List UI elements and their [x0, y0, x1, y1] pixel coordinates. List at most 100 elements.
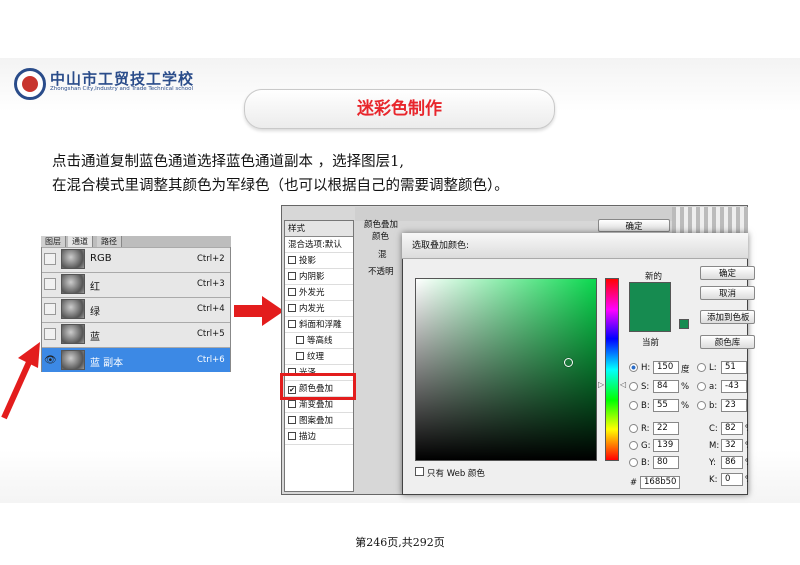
lab-b-input[interactable]: 23 — [721, 399, 747, 412]
page-number: 第246页,共292页 — [355, 536, 445, 549]
channel-shortcut: Ctrl+3 — [197, 279, 225, 289]
current-color-label: 当前 — [642, 338, 660, 348]
web-safe-swatch-icon[interactable] — [679, 319, 689, 329]
eye-icon[interactable]: 👁 — [44, 355, 57, 366]
black-unit: % — [745, 475, 748, 485]
description-line-2: 在混合模式里调整其颜色为军绿色（也可以根据自己的需要调整颜色）。 — [52, 178, 509, 194]
school-name-en: Zhongshan City,Industry and Trade Techni… — [50, 86, 193, 92]
brightness-input[interactable]: 55 — [653, 399, 679, 412]
style-item-inner-shadow[interactable]: 内阴影 — [285, 269, 353, 285]
channel-name: 蓝 副本 — [90, 358, 124, 369]
color-libraries-button[interactable]: 颜色库 — [700, 335, 755, 349]
green-label: G: — [641, 441, 651, 451]
style-item-blending[interactable]: 混合选项:默认 — [285, 237, 353, 253]
school-logo-emblem — [22, 76, 38, 92]
lab-l-input[interactable]: 51 — [721, 361, 747, 374]
hex-input[interactable]: 168b50 — [640, 476, 680, 489]
saturation-unit: % — [681, 382, 690, 392]
style-item-pattern-overlay[interactable]: 图案叠加 — [285, 413, 353, 429]
channel-shortcut: Ctrl+5 — [197, 329, 225, 339]
arrow-right-icon — [234, 296, 284, 326]
add-to-swatches-button[interactable]: 添加到色板 — [700, 310, 755, 324]
cyan-unit: % — [745, 424, 748, 434]
hue-input[interactable]: 150 — [653, 361, 679, 374]
color-picker-title: 选取叠加颜色: — [402, 233, 748, 259]
channel-name: 红 — [90, 282, 100, 293]
color-field[interactable] — [415, 278, 597, 461]
red-input[interactable]: 22 — [653, 422, 679, 435]
lab-a-radio[interactable] — [697, 382, 706, 391]
visibility-toggle[interactable] — [44, 253, 56, 265]
channel-shortcut: Ctrl+4 — [197, 304, 225, 314]
channel-name: 绿 — [90, 307, 100, 318]
web-colors-checkbox[interactable] — [415, 467, 424, 476]
tab-channels[interactable]: 通道 — [68, 236, 93, 247]
black-input[interactable]: 0 — [721, 473, 743, 486]
color-selector-ring[interactable] — [564, 358, 573, 367]
cancel-button[interactable]: 取消 — [700, 286, 755, 300]
description-line-1: 点击通道复制蓝色通道选择蓝色通道副本 ，选择图层1, — [52, 154, 404, 170]
cyan-label: C: — [709, 424, 718, 434]
hue-slider[interactable] — [605, 278, 619, 461]
brightness-radio[interactable] — [629, 401, 638, 410]
black-label: K: — [709, 475, 718, 485]
highlight-box — [280, 373, 356, 400]
red-label: R: — [641, 424, 650, 434]
hue-label: H: — [641, 363, 651, 373]
style-item-stroke[interactable]: 描边 — [285, 429, 353, 445]
channel-thumbnail — [61, 350, 85, 370]
lab-l-radio[interactable] — [697, 363, 706, 372]
visibility-toggle[interactable] — [44, 278, 56, 290]
style-item-inner-glow[interactable]: 内发光 — [285, 301, 353, 317]
lab-a-label: a: — [709, 382, 718, 392]
style-item-outer-glow[interactable]: 外发光 — [285, 285, 353, 301]
saturation-label: S: — [641, 382, 650, 392]
saturation-input[interactable]: 84 — [653, 380, 679, 393]
hue-slider-left-handle[interactable]: ▷ — [598, 380, 604, 389]
visibility-toggle[interactable] — [44, 328, 56, 340]
brightness-unit: % — [681, 401, 690, 411]
saturation-radio[interactable] — [629, 382, 638, 391]
brightness-label: B: — [641, 401, 650, 411]
blue-radio[interactable] — [629, 458, 638, 467]
opacity-label: 不透明 — [368, 267, 394, 277]
hue-slider-right-handle[interactable]: ◁ — [620, 380, 626, 389]
magenta-label: M: — [709, 441, 720, 451]
section-title: 颜色叠加 — [364, 220, 399, 230]
layer-style-ok-button[interactable]: 确定 — [598, 219, 670, 232]
yellow-unit: % — [745, 458, 748, 468]
lab-a-input[interactable]: -43 — [721, 380, 747, 393]
blend-mode-label: 混 — [378, 250, 387, 260]
web-colors-label: 只有 Web 颜色 — [427, 469, 485, 479]
lab-b-radio[interactable] — [697, 401, 706, 410]
channel-thumbnail — [61, 274, 85, 294]
new-color-label: 新的 — [645, 272, 663, 282]
arrow-up-right-icon — [1, 342, 40, 420]
green-input[interactable]: 139 — [653, 439, 679, 452]
ok-button[interactable]: 确定 — [700, 266, 755, 280]
channel-thumbnail — [61, 299, 85, 319]
cyan-input[interactable]: 82 — [721, 422, 743, 435]
magenta-input[interactable]: 32 — [721, 439, 743, 452]
channel-row-blue-copy[interactable]: 👁 蓝 副本 Ctrl+6 — [42, 347, 230, 372]
red-radio[interactable] — [629, 424, 638, 433]
green-radio[interactable] — [629, 441, 638, 450]
tab-layers[interactable]: 图层 — [41, 236, 66, 247]
section-sub: 颜色 — [372, 232, 390, 242]
tab-paths[interactable]: 路径 — [97, 236, 122, 247]
blue-input[interactable]: 80 — [653, 456, 679, 469]
lab-b-label: b: — [709, 401, 718, 411]
lab-l-label: L: — [709, 363, 717, 373]
channel-shortcut: Ctrl+2 — [197, 254, 225, 264]
hue-radio[interactable] — [629, 363, 638, 372]
style-item-texture[interactable]: 纹理 — [285, 349, 353, 365]
hex-label: # — [630, 478, 638, 488]
style-item-contour[interactable]: 等高线 — [285, 333, 353, 349]
style-item-drop-shadow[interactable]: 投影 — [285, 253, 353, 269]
channel-thumbnail — [61, 324, 85, 344]
style-list-header: 样式 — [285, 221, 353, 237]
yellow-input[interactable]: 86 — [721, 456, 743, 469]
visibility-toggle[interactable] — [44, 303, 56, 315]
style-item-bevel[interactable]: 斜面和浮雕 — [285, 317, 353, 333]
channel-shortcut: Ctrl+6 — [197, 355, 225, 365]
